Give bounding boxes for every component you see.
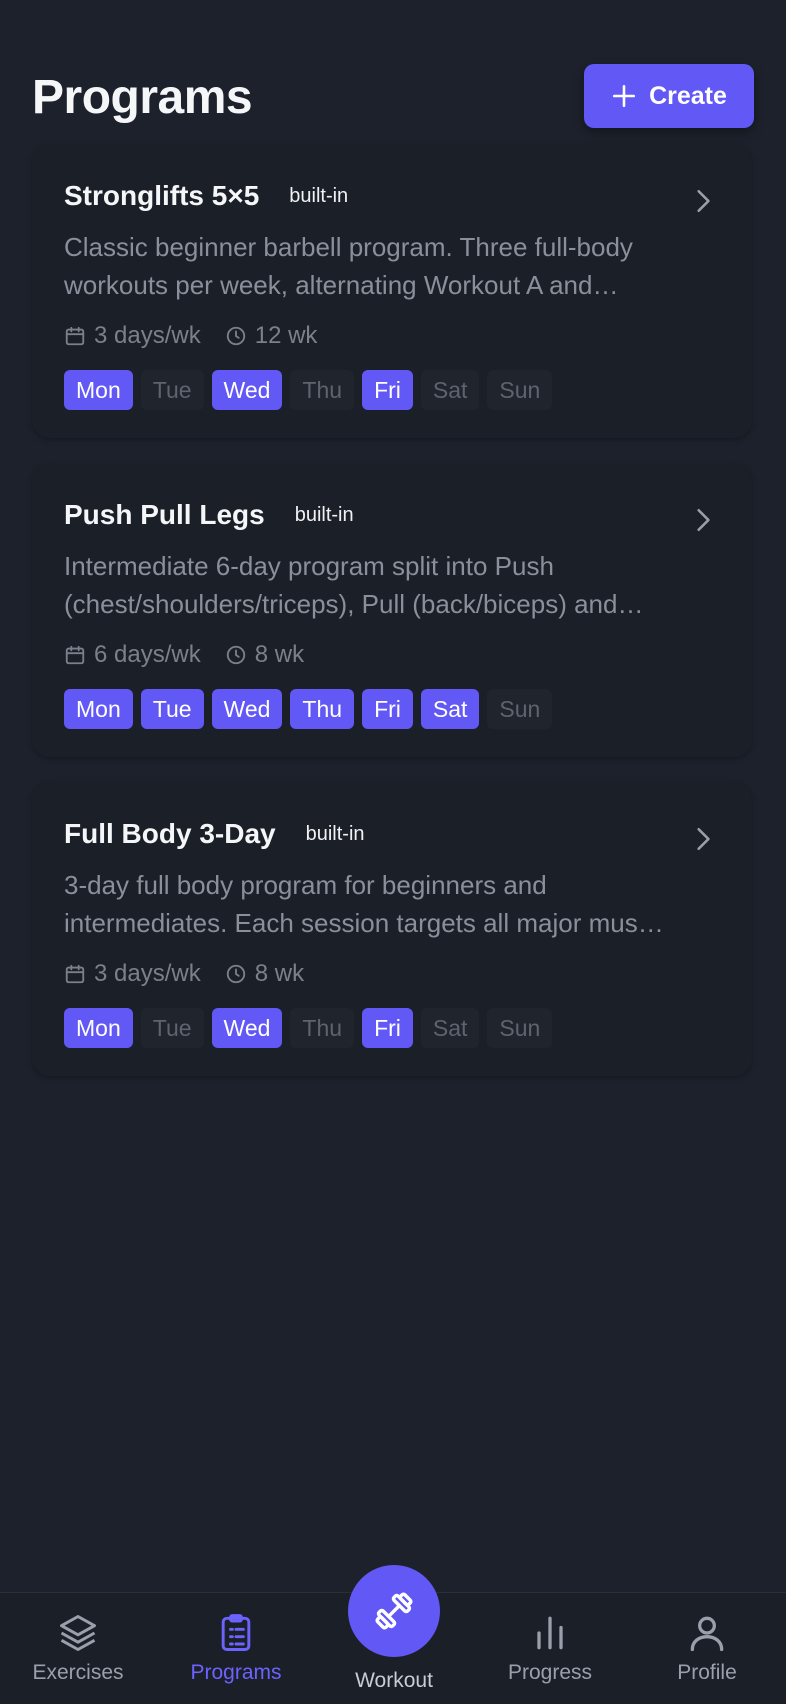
clock-icon — [226, 326, 245, 346]
program-meta: 6 days/wk 8 wk — [64, 641, 304, 669]
programs-screen: Programs Create Stronglifts 5×5 built-in… — [0, 0, 786, 1704]
day-chip-sun: Sun — [487, 1008, 553, 1048]
frequency: 6 days/wk — [64, 641, 201, 669]
duration-text: 12 wk — [254, 322, 318, 349]
day-chip-wed: Wed — [211, 1008, 283, 1048]
plus-icon — [613, 84, 636, 108]
duration: 8 wk — [225, 641, 304, 669]
day-chip-tue: Tue — [140, 370, 204, 410]
frequency: 3 days/wk — [64, 960, 201, 988]
weekday-row: Mon Tue Wed Thu Fri Sat Sun — [64, 1008, 553, 1048]
duration-text: 8 wk — [254, 960, 305, 987]
program-card[interactable]: Push Pull Legs built-in Intermediate 6-d… — [32, 463, 752, 757]
header: Programs Create — [0, 0, 786, 140]
duration: 12 wk — [225, 322, 318, 350]
day-chip-fri: Fri — [362, 370, 413, 410]
day-chip-sat: Sat — [420, 1008, 480, 1048]
bar-chart-icon — [537, 1616, 563, 1650]
page-title: Programs — [32, 71, 253, 124]
nav-profile[interactable]: Profile — [637, 1611, 777, 1685]
nav-label: Exercises — [32, 1661, 124, 1684]
chevron-right-icon — [697, 508, 710, 532]
day-chip-tue: Tue — [140, 1008, 204, 1048]
nav-label: Programs — [190, 1661, 282, 1684]
day-chip-sun: Sun — [487, 689, 553, 729]
day-chip-mon: Mon — [64, 370, 133, 410]
day-chip-sun: Sun — [487, 370, 553, 410]
weekday-row: Mon Tue Wed Thu Fri Sat Sun — [64, 370, 553, 410]
day-chip-mon: Mon — [64, 1008, 133, 1048]
day-chip-fri: Fri — [362, 1008, 413, 1048]
card-header: Stronglifts 5×5 built-in — [64, 180, 672, 212]
day-chip-mon: Mon — [64, 689, 133, 729]
program-description: Intermediate 6-day program split into Pu… — [64, 551, 618, 619]
frequency-text: 3 days/wk — [94, 960, 201, 987]
program-title: Full Body 3-Day — [64, 818, 276, 849]
chevron-right-icon — [697, 827, 710, 851]
frequency: 3 days/wk — [64, 322, 201, 350]
day-chip-thu: Thu — [290, 370, 355, 410]
day-chip-sat: Sat — [420, 370, 480, 410]
clock-icon — [226, 964, 245, 984]
program-card[interactable]: Full Body 3-Day built-in 3-day full body… — [32, 782, 752, 1076]
create-program-button[interactable]: Create — [584, 64, 754, 128]
builtin-badge: built-in — [294, 503, 354, 526]
duration-text: 8 wk — [254, 641, 305, 668]
builtin-badge: built-in — [289, 184, 349, 207]
frequency-text: 6 days/wk — [94, 641, 201, 668]
nav-progress[interactable]: Progress — [480, 1611, 620, 1685]
program-title: Stronglifts 5×5 — [64, 180, 260, 211]
program-title: Push Pull Legs — [64, 499, 265, 530]
calendar-icon — [65, 964, 85, 984]
day-chip-thu: Thu — [290, 1008, 355, 1048]
clipboard-list-icon — [221, 1614, 251, 1651]
program-description: 3-day full body program for beginners an… — [64, 870, 671, 938]
chevron-right-icon — [697, 189, 710, 213]
workout-button[interactable] — [348, 1565, 440, 1657]
program-list: Stronglifts 5×5 built-in Classic beginne… — [32, 144, 752, 1101]
frequency-text: 3 days/wk — [94, 322, 201, 349]
workout-label: Workout — [355, 1669, 433, 1692]
clock-icon — [226, 645, 245, 665]
day-chip-thu: Thu — [290, 689, 355, 729]
weekday-row: Mon Tue Wed Thu Fri Sat Sun — [64, 689, 553, 729]
nav-programs[interactable]: Programs — [166, 1611, 306, 1685]
bottom-nav: Exercises Programs Workout Progress Prof… — [0, 1565, 786, 1704]
day-chip-tue: Tue — [140, 689, 204, 729]
card-header: Full Body 3-Day built-in — [64, 818, 672, 850]
day-chip-fri: Fri — [362, 689, 413, 729]
calendar-icon — [65, 645, 85, 665]
program-description: Classic beginner barbell program. Three … — [64, 232, 633, 300]
nav-exercises[interactable]: Exercises — [8, 1611, 148, 1685]
program-meta: 3 days/wk 8 wk — [64, 960, 304, 988]
user-icon — [690, 1616, 724, 1652]
day-chip-sat: Sat — [420, 689, 480, 729]
day-chip-wed: Wed — [211, 689, 283, 729]
calendar-icon — [65, 326, 85, 346]
create-button-label: Create — [649, 81, 727, 110]
card-header: Push Pull Legs built-in — [64, 499, 672, 531]
dumbbell-icon — [375, 1592, 413, 1630]
nav-label: Profile — [677, 1661, 737, 1684]
day-chip-wed: Wed — [211, 370, 283, 410]
program-card[interactable]: Stronglifts 5×5 built-in Classic beginne… — [32, 144, 752, 438]
program-meta: 3 days/wk 12 wk — [64, 322, 317, 350]
layers-icon — [60, 1615, 96, 1651]
builtin-badge: built-in — [305, 822, 365, 845]
nav-label: Progress — [507, 1661, 593, 1684]
duration: 8 wk — [225, 960, 304, 988]
